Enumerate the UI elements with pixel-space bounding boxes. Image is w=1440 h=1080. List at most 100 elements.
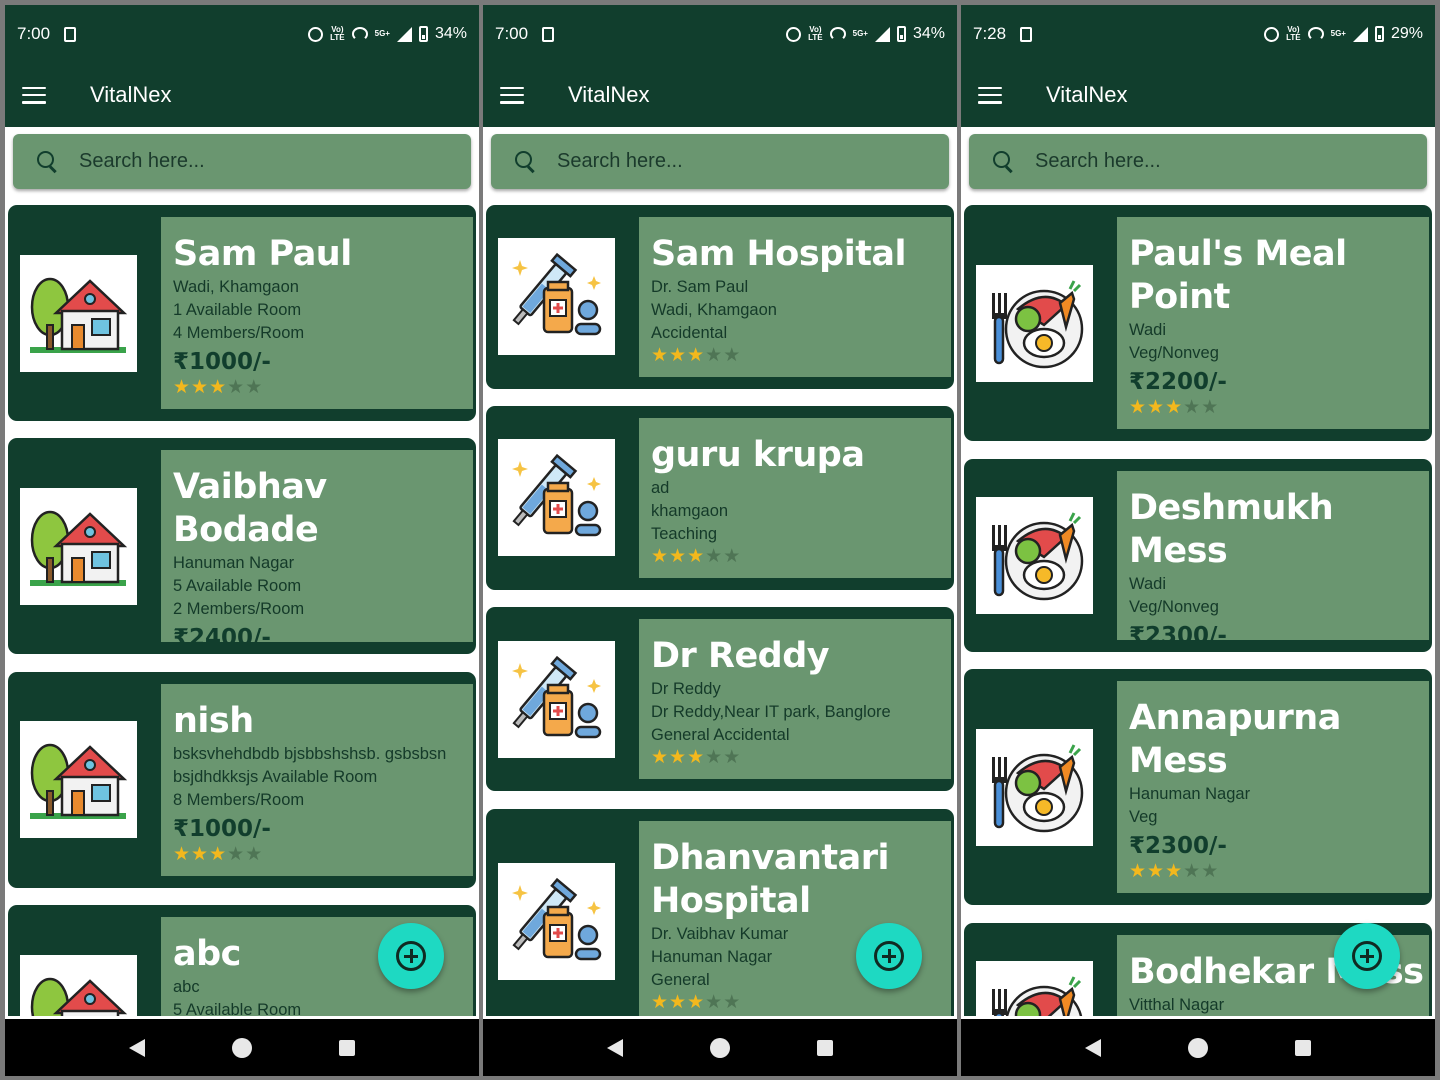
screenshot-collage: 7:00 Vo) LTE 5G+ 34% VitalNex Search her… xyxy=(0,0,1440,1080)
back-icon[interactable] xyxy=(128,1038,145,1057)
star-rating: ★★★★★ xyxy=(1129,861,1421,881)
star-filled-icon: ★ xyxy=(1165,860,1184,882)
listing-food-type: Veg xyxy=(1129,808,1158,826)
star-filled-icon: ★ xyxy=(687,991,706,1013)
recents-icon[interactable] xyxy=(817,1039,834,1056)
home-icon[interactable] xyxy=(709,1037,730,1058)
listing-rooms: 5 Available Room xyxy=(173,1001,302,1016)
recents-icon[interactable] xyxy=(339,1039,356,1056)
sim-icon xyxy=(542,26,555,42)
listing-title: Dhanvantari Hospital xyxy=(651,838,889,921)
volte-icon: Vo) LTE xyxy=(808,25,823,42)
search-bar[interactable] xyxy=(969,134,1427,189)
recents-icon[interactable] xyxy=(1295,1039,1312,1056)
back-icon[interactable] xyxy=(606,1038,623,1057)
star-filled-icon: ★ xyxy=(651,545,670,567)
add-listing-button[interactable] xyxy=(1334,923,1400,989)
star-empty-icon: ★ xyxy=(723,991,742,1013)
back-icon[interactable] xyxy=(1084,1038,1101,1057)
search-input[interactable] xyxy=(79,150,439,173)
listing-doctor: Dr. Sam Paul xyxy=(651,278,749,296)
listing-card[interactable]: nish bsksvhehdbdb bjsbbshshsb. gsbsbsn b… xyxy=(8,672,476,888)
hotspot-icon xyxy=(351,27,368,41)
star-empty-icon: ★ xyxy=(227,843,246,865)
listing-details: Vaibhav Bodade Hanuman Nagar 5 Available… xyxy=(161,450,473,642)
status-time: 7:28 xyxy=(973,24,1007,43)
hotspot-icon xyxy=(1307,27,1324,41)
listing-address: Vitthal Nagar xyxy=(1129,996,1225,1014)
star-empty-icon: ★ xyxy=(227,376,246,398)
5g-icon: 5G+ xyxy=(374,29,390,38)
house-icon xyxy=(20,488,137,605)
add-listing-button[interactable] xyxy=(856,923,922,989)
5g-icon: 5G+ xyxy=(1330,29,1346,38)
listing-rooms: 5 Available Room xyxy=(173,577,302,595)
house-icon xyxy=(20,255,137,372)
status-icons: Vo) LTE 5G+ 34% xyxy=(308,25,467,43)
menu-icon[interactable] xyxy=(978,86,1002,104)
menu-icon[interactable] xyxy=(22,86,46,104)
volte-icon: Vo) LTE xyxy=(330,25,345,42)
status-time: 7:00 xyxy=(495,24,529,43)
listing-title: Paul's Meal Point xyxy=(1129,234,1347,317)
star-empty-icon: ★ xyxy=(1183,860,1202,882)
add-listing-button[interactable] xyxy=(378,923,444,989)
star-rating: ★★★★★ xyxy=(651,345,943,365)
listing-type: Teaching xyxy=(651,525,718,543)
star-empty-icon: ★ xyxy=(1201,396,1220,418)
listing-type: General Accidental xyxy=(651,726,790,744)
alarm-icon xyxy=(786,26,802,42)
listing-price: ₹2300/- xyxy=(1129,833,1227,859)
star-empty-icon: ★ xyxy=(705,746,724,768)
system-nav-bar xyxy=(5,1019,479,1076)
meal-plate-icon xyxy=(976,729,1093,846)
listing-address: Hanuman Nagar xyxy=(1129,785,1251,803)
star-empty-icon: ★ xyxy=(1201,860,1220,882)
listing-members: 4 Members/Room xyxy=(173,324,305,342)
search-bar[interactable] xyxy=(13,134,471,189)
star-filled-icon: ★ xyxy=(651,991,670,1013)
star-empty-icon: ★ xyxy=(705,991,724,1013)
listing-card[interactable]: Dr Reddy Dr Reddy Dr Reddy,Near IT park,… xyxy=(486,607,954,791)
listing-details: Sam Paul Wadi, Khamgaon 1 Available Room… xyxy=(161,217,473,409)
listing-address: Wadi, Khamgaon xyxy=(651,301,777,319)
home-icon[interactable] xyxy=(231,1037,252,1058)
listing-address: Wadi xyxy=(1129,575,1166,593)
listing-card[interactable]: Annapurna Mess Hanuman Nagar Veg ₹2300/-… xyxy=(964,669,1432,905)
listing-title: Dr Reddy xyxy=(651,636,830,676)
listing-card[interactable]: Paul's Meal Point Wadi Veg/Nonveg ₹2200/… xyxy=(964,205,1432,441)
star-filled-icon: ★ xyxy=(687,545,706,567)
star-rating: ★★★★★ xyxy=(651,747,943,767)
listing-card[interactable]: Vaibhav Bodade Hanuman Nagar 5 Available… xyxy=(8,438,476,654)
listing-title: Annapurna Mess xyxy=(1129,698,1341,781)
listing-price: ₹2200/- xyxy=(1129,369,1227,395)
sim-icon xyxy=(1020,26,1033,42)
listing-title: guru krupa xyxy=(651,435,865,475)
search-input[interactable] xyxy=(557,150,917,173)
search-bar[interactable] xyxy=(491,134,949,189)
status-time: 7:00 xyxy=(17,24,51,43)
listing-card[interactable]: Sam Paul Wadi, Khamgaon 1 Available Room… xyxy=(8,205,476,421)
listing-doctor: ad xyxy=(651,479,670,497)
battery-percent: 34% xyxy=(912,25,945,42)
listing-list: Paul's Meal Point Wadi Veg/Nonveg ₹2200/… xyxy=(961,205,1435,1016)
home-icon[interactable] xyxy=(1187,1037,1208,1058)
listing-card[interactable]: Deshmukh Mess Wadi Veg/Nonveg ₹2300/- ★★… xyxy=(964,459,1432,652)
status-icons: Vo) LTE 5G+ 34% xyxy=(786,25,945,43)
battery-percent: 29% xyxy=(1390,25,1423,42)
listing-title: Deshmukh Mess xyxy=(1129,488,1334,571)
meal-plate-icon xyxy=(976,265,1093,382)
medicine-icon xyxy=(498,238,615,355)
menu-icon[interactable] xyxy=(500,86,524,104)
listing-price: ₹2300/- xyxy=(1129,623,1227,640)
volte-icon: Vo) LTE xyxy=(1286,25,1301,42)
listing-price: ₹2400/- xyxy=(173,625,271,642)
system-nav-bar xyxy=(961,1019,1435,1076)
listing-doctor: Dr Reddy xyxy=(651,680,721,698)
hotspot-icon xyxy=(829,27,846,41)
search-input[interactable] xyxy=(1035,150,1395,173)
listing-card[interactable]: guru krupa ad khamgaon Teaching ★★★★★ xyxy=(486,406,954,590)
listing-address: bsksvhehdbdb bjsbbshshsb. gsbsbsn bsjdhd… xyxy=(173,745,447,786)
listing-card[interactable]: Sam Hospital Dr. Sam Paul Wadi, Khamgaon… xyxy=(486,205,954,389)
star-rating: ★★★★★ xyxy=(651,992,943,1012)
